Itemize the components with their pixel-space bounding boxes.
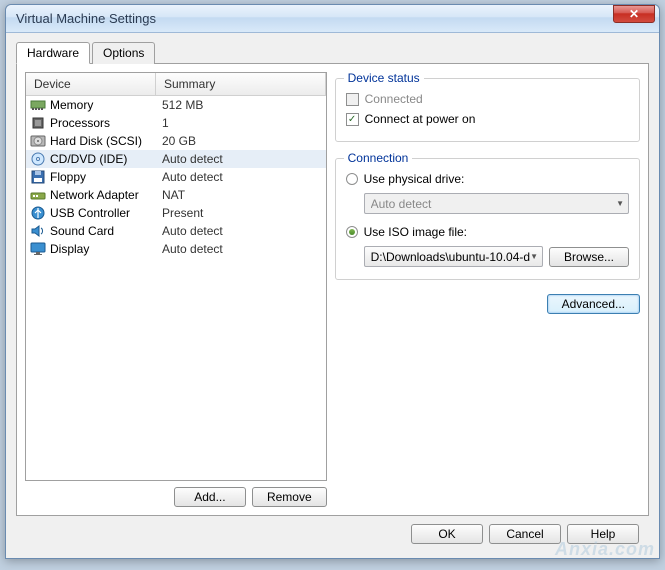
device-row-display[interactable]: DisplayAuto detect (26, 240, 326, 258)
physical-row: Use physical drive: (346, 169, 629, 189)
iso-path-value: D:\Downloads\ubuntu-10.04-d (371, 250, 530, 264)
device-row-cd[interactable]: CD/DVD (IDE)Auto detect (26, 150, 326, 168)
physical-combo-row: Auto detect ▼ (364, 193, 629, 214)
chevron-down-icon: ▼ (616, 199, 624, 208)
physical-radio[interactable] (346, 173, 358, 185)
device-summary: 1 (156, 116, 322, 130)
hdd-icon (30, 133, 46, 149)
cancel-button[interactable]: Cancel (489, 524, 561, 544)
browse-button[interactable]: Browse... (549, 247, 629, 267)
help-button[interactable]: Help (567, 524, 639, 544)
ok-button[interactable]: OK (411, 524, 483, 544)
connection-group: Connection Use physical drive: Auto dete… (335, 158, 640, 280)
memory-icon (30, 97, 46, 113)
list-header: Device Summary (26, 73, 326, 96)
device-name: Display (50, 242, 156, 256)
tab-panel: Device Summary Memory512 MBProcessors1Ha… (16, 63, 649, 516)
device-status-group: Device status Connected ✓ Connect at pow… (335, 78, 640, 142)
iso-row: Use ISO image file: (346, 222, 629, 242)
titlebar[interactable]: Virtual Machine Settings ✕ (6, 5, 659, 33)
col-device[interactable]: Device (26, 73, 156, 95)
settings-window: Virtual Machine Settings ✕ Hardware Opti… (5, 4, 660, 559)
device-summary: Auto detect (156, 242, 322, 256)
device-summary: Present (156, 206, 322, 220)
display-icon (30, 241, 46, 257)
poweron-checkbox[interactable]: ✓ (346, 113, 359, 126)
device-name: Sound Card (50, 224, 156, 238)
right-pane: Device status Connected ✓ Connect at pow… (335, 72, 640, 507)
close-icon: ✕ (629, 7, 639, 21)
device-name: CD/DVD (IDE) (50, 152, 156, 166)
dialog-buttons: OK Cancel Help (16, 516, 649, 548)
close-button[interactable]: ✕ (613, 5, 655, 23)
device-row-net[interactable]: Network AdapterNAT (26, 186, 326, 204)
device-summary: 20 GB (156, 134, 322, 148)
device-name: Floppy (50, 170, 156, 184)
device-row-sound[interactable]: Sound CardAuto detect (26, 222, 326, 240)
cpu-icon (30, 115, 46, 131)
device-name: Memory (50, 98, 156, 112)
net-icon (30, 187, 46, 203)
tab-options[interactable]: Options (92, 42, 155, 64)
advanced-row: Advanced... (335, 294, 640, 314)
iso-label: Use ISO image file: (364, 225, 467, 239)
left-pane: Device Summary Memory512 MBProcessors1Ha… (25, 72, 327, 507)
iso-radio[interactable] (346, 226, 358, 238)
connected-row: Connected (346, 89, 629, 109)
col-summary[interactable]: Summary (156, 73, 326, 95)
poweron-row: ✓ Connect at power on (346, 109, 629, 129)
device-summary: 512 MB (156, 98, 322, 112)
advanced-button[interactable]: Advanced... (547, 294, 640, 314)
device-status-legend: Device status (344, 71, 424, 85)
device-row-hdd[interactable]: Hard Disk (SCSI)20 GB (26, 132, 326, 150)
tab-hardware[interactable]: Hardware (16, 42, 90, 64)
physical-label: Use physical drive: (364, 172, 465, 186)
device-name: USB Controller (50, 206, 156, 220)
device-row-cpu[interactable]: Processors1 (26, 114, 326, 132)
remove-button[interactable]: Remove (252, 487, 327, 507)
device-summary: Auto detect (156, 152, 322, 166)
physical-drive-combo: Auto detect ▼ (364, 193, 629, 214)
device-buttons: Add... Remove (25, 481, 327, 507)
device-name: Network Adapter (50, 188, 156, 202)
iso-path-combo[interactable]: D:\Downloads\ubuntu-10.04-d ▼ (364, 246, 543, 267)
connection-legend: Connection (344, 151, 413, 165)
poweron-label: Connect at power on (365, 112, 476, 126)
sound-icon (30, 223, 46, 239)
iso-combo-row: D:\Downloads\ubuntu-10.04-d ▼ Browse... (364, 246, 629, 267)
device-summary: Auto detect (156, 224, 322, 238)
device-summary: NAT (156, 188, 322, 202)
physical-drive-value: Auto detect (371, 197, 616, 211)
usb-icon (30, 205, 46, 221)
connected-label: Connected (365, 92, 423, 106)
device-name: Processors (50, 116, 156, 130)
add-button[interactable]: Add... (174, 487, 246, 507)
chevron-down-icon: ▼ (530, 252, 538, 261)
device-name: Hard Disk (SCSI) (50, 134, 156, 148)
device-list[interactable]: Device Summary Memory512 MBProcessors1Ha… (25, 72, 327, 481)
cd-icon (30, 151, 46, 167)
tab-strip: Hardware Options (16, 42, 649, 64)
floppy-icon (30, 169, 46, 185)
device-row-usb[interactable]: USB ControllerPresent (26, 204, 326, 222)
device-row-memory[interactable]: Memory512 MB (26, 96, 326, 114)
connected-checkbox (346, 93, 359, 106)
device-summary: Auto detect (156, 170, 322, 184)
content-area: Hardware Options Device Summary Memory51… (6, 33, 659, 558)
window-title: Virtual Machine Settings (16, 11, 613, 26)
device-row-floppy[interactable]: FloppyAuto detect (26, 168, 326, 186)
